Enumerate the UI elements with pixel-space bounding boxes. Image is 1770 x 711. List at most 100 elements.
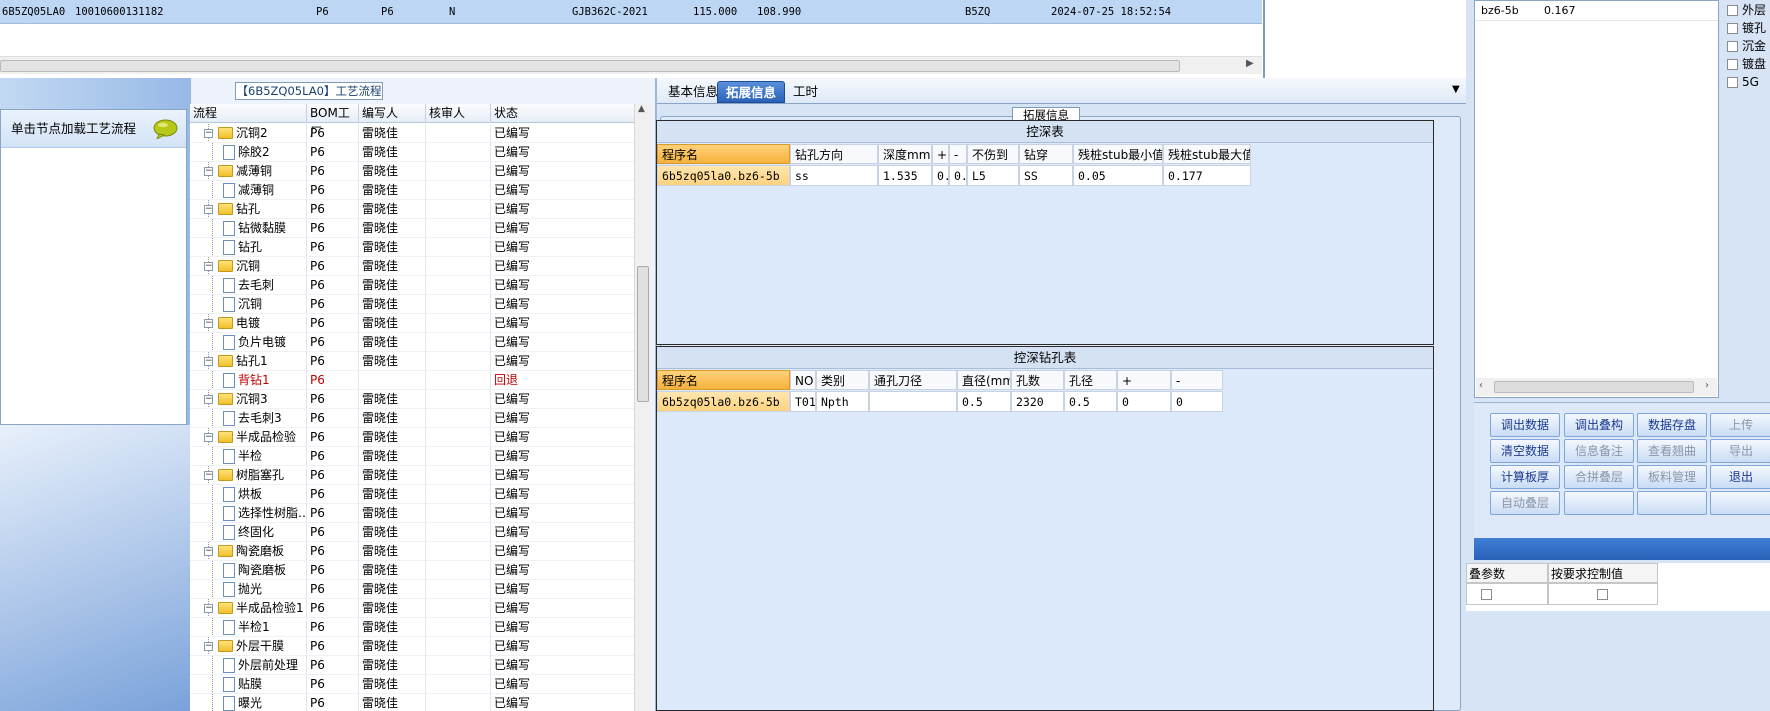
depth-cell[interactable]: L5 [967,165,1019,186]
drill-cell[interactable] [869,391,957,412]
chevron-right-icon[interactable]: › [1705,380,1709,391]
action-button[interactable]: 查看翘曲 [1637,439,1707,463]
action-button[interactable] [1710,491,1770,515]
drill-cell[interactable]: T01 [790,391,816,412]
tree-row[interactable]: 陶瓷磨板 P6 雷晓佳 已编写 [190,561,638,580]
record-row-selected[interactable]: 6B5ZQ05LA0 10010600131182 P6 P6 N GJB362… [0,0,1262,24]
action-button[interactable]: 数据存盘 [1637,413,1707,437]
tree-row[interactable]: − 钻孔1 P6 雷晓佳 已编写 [190,352,638,371]
option-checkbox[interactable]: 镀盘 [1727,54,1766,74]
tree-row[interactable]: 贴膜 P6 雷晓佳 已编写 [190,675,638,694]
action-button[interactable]: 信息备注 [1564,439,1634,463]
tree-row[interactable]: − 陶瓷磨板 P6 雷晓佳 已编写 [190,542,638,561]
record-horizontal-scrollbar[interactable]: ▶ [0,56,1262,74]
option-checkbox[interactable]: 镀孔 [1727,18,1766,38]
action-button[interactable]: 退出 [1710,465,1770,489]
drill-col-header[interactable]: 孔径 [1064,370,1117,390]
option-checkbox[interactable]: 外层 [1727,0,1766,20]
depth-col-header[interactable]: 深度mm [878,144,932,164]
col-header-status[interactable]: 状态 [491,104,638,123]
tree-vertical-scrollbar[interactable]: ▲ [634,104,651,711]
tree-row[interactable]: 曝光 P6 雷晓佳 已编写 [190,694,638,711]
drill-col-header[interactable]: + [1117,370,1171,390]
col-header-bom[interactable]: BOM工厂 [307,104,359,139]
tree-row[interactable]: 外层前处理 P6 雷晓佳 已编写 [190,656,638,675]
list-item[interactable]: bz6-5b 0.167 [1475,1,1718,21]
tree-row[interactable]: − 钻孔 P6 雷晓佳 已编写 [190,200,638,219]
checkbox[interactable] [1727,41,1738,52]
tree-row[interactable]: 终固化 P6 雷晓佳 已编写 [190,523,638,542]
depth-col-header[interactable]: 钻孔方向 [790,144,878,164]
tree-row[interactable]: 半检1 P6 雷晓佳 已编写 [190,618,638,637]
tree-row[interactable]: − 沉铜2 P6 雷晓佳 已编写 [190,124,638,143]
depth-cell[interactable]: SS [1019,165,1073,186]
depth-col-header[interactable]: 钻穿 [1019,144,1073,164]
depth-cell[interactable]: 0.177 [1163,165,1251,186]
chevron-down-icon[interactable]: ▼ [1452,84,1460,95]
depth-cell[interactable]: ss [790,165,878,186]
drill-cell[interactable]: 0.5 [957,391,1011,412]
action-button[interactable]: 上传 [1710,413,1770,437]
tree-row[interactable]: − 沉铜 P6 雷晓佳 已编写 [190,257,638,276]
option-checkbox[interactable]: 5G [1727,72,1759,92]
tree-row[interactable]: − 沉铜3 P6 雷晓佳 已编写 [190,390,638,409]
depth-col-header[interactable]: 残桩stub最小值 [1073,144,1163,164]
depth-cell[interactable]: 6b5zq05la0.bz6-5b [657,165,790,186]
action-button[interactable]: 自动叠层 [1490,491,1560,515]
col-header-reviewer[interactable]: 核审人 [426,104,491,123]
drill-cell[interactable]: 2320 [1011,391,1064,412]
tree-row[interactable]: 负片电镀 P6 雷晓佳 已编写 [190,333,638,352]
scrollbar-thumb[interactable] [1494,381,1694,393]
col-header-writer[interactable]: 编写人 [359,104,426,123]
tree-row[interactable]: − 外层干膜 P6 雷晓佳 已编写 [190,637,638,656]
tree-row[interactable]: − 半成品检验1 P6 雷晓佳 已编写 [190,599,638,618]
drill-col-header[interactable]: NO [790,370,816,390]
param-cell[interactable] [1548,583,1658,605]
depth-col-header[interactable]: 不伤到 [967,144,1019,164]
tree-row[interactable]: 减薄铜 P6 雷晓佳 已编写 [190,181,638,200]
scrollbar-thumb[interactable] [637,266,649,402]
drill-col-header[interactable]: 程序名 [657,370,790,390]
tree-row[interactable]: 去毛刺 P6 雷晓佳 已编写 [190,276,638,295]
list-horizontal-scrollbar[interactable]: ‹ › [1476,378,1717,396]
checkbox[interactable] [1727,77,1738,88]
drill-col-header[interactable]: 孔数 [1011,370,1064,390]
checkbox[interactable] [1597,589,1608,600]
tree-row[interactable]: 抛光 P6 雷晓佳 已编写 [190,580,638,599]
depth-cell[interactable]: 1.535 [878,165,932,186]
scroll-up-icon[interactable]: ▲ [638,104,645,114]
tree-row[interactable]: 去毛刺3 P6 雷晓佳 已编写 [190,409,638,428]
drill-col-header[interactable]: 类别 [816,370,869,390]
scroll-right-icon[interactable]: ▶ [1246,58,1254,69]
drill-cell[interactable]: 0 [1171,391,1223,412]
action-button[interactable]: 清空数据 [1490,439,1560,463]
depth-col-header[interactable]: 程序名 [657,144,790,164]
tree-row[interactable]: 半检 P6 雷晓佳 已编写 [190,447,638,466]
depth-col-header[interactable]: - [949,144,967,164]
depth-cell[interactable]: 0.05 [1073,165,1163,186]
drill-cell[interactable]: 0 [1117,391,1171,412]
tree-row[interactable]: 烘板 P6 雷晓佳 已编写 [190,485,638,504]
tree-row[interactable]: 选择性树脂… P6 雷晓佳 已编写 [190,504,638,523]
tree-row[interactable]: − 半成品检验 P6 雷晓佳 已编写 [190,428,638,447]
action-button[interactable]: 合拼叠层 [1564,465,1634,489]
action-button[interactable]: 板料管理 [1637,465,1707,489]
tree-row[interactable]: − 电镀 P6 雷晓佳 已编写 [190,314,638,333]
tab-extended-info[interactable]: 拓展信息 [717,81,786,103]
drill-cell[interactable]: 6b5zq05la0.bz6-5b [657,391,790,412]
checkbox[interactable] [1727,23,1738,34]
chevron-left-icon[interactable]: ‹ [1479,380,1483,391]
tree-row[interactable]: 钻微黏膜 P6 雷晓佳 已编写 [190,219,638,238]
tree-row[interactable]: 背钻1 P6 回退 [190,371,638,390]
drill-col-header[interactable]: - [1171,370,1223,390]
checkbox[interactable] [1727,59,1738,70]
scrollbar-thumb[interactable] [0,60,1180,72]
depth-cell[interactable]: 0.. [949,165,967,186]
col-header-process[interactable]: 流程 [190,104,307,123]
drill-col-header[interactable]: 通孔刀径 [869,370,957,390]
depth-col-header[interactable]: 残桩stub最大值 [1163,144,1251,164]
tree-row[interactable]: 钻孔 P6 雷晓佳 已编写 [190,238,638,257]
tree-row[interactable]: 沉铜 P6 雷晓佳 已编写 [190,295,638,314]
tree-row[interactable]: − 减薄铜 P6 雷晓佳 已编写 [190,162,638,181]
drill-cell[interactable]: 0.5 [1064,391,1117,412]
